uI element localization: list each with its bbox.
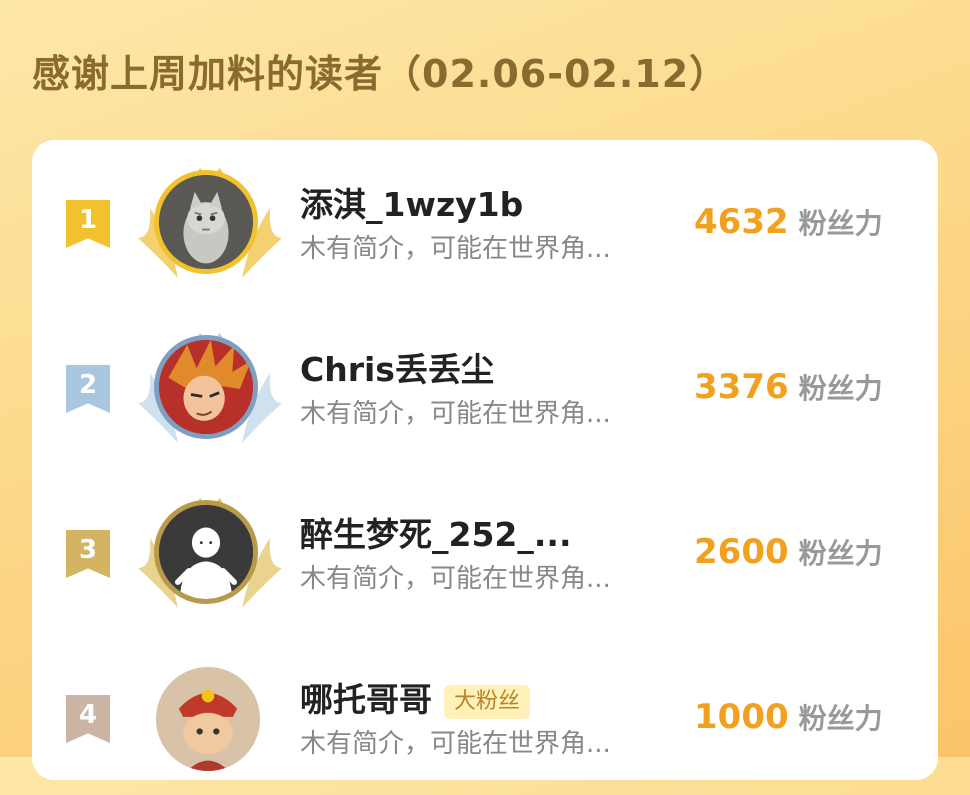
page-title: 感谢上周加料的读者（02.06-02.12） — [32, 52, 729, 96]
user-bio: 木有简介，可能在世界角... — [300, 564, 611, 594]
user-bio: 木有简介，可能在世界角... — [300, 234, 611, 264]
rank-badge: 1 — [66, 200, 110, 248]
username[interactable]: Chris丢丢尘 — [300, 343, 494, 391]
user-bio: 木有简介，可能在世界角... — [300, 399, 611, 429]
fan-power-score: 1000 粉丝力 — [694, 697, 883, 737]
rank-badge: 3 — [66, 530, 110, 578]
anime-avatar-icon[interactable] — [154, 335, 258, 439]
reader-row-4[interactable]: 4 哪托哥哥 大粉丝 木有简介，可能在世界角... 1000 粉丝力 — [32, 635, 938, 795]
cat-avatar-icon[interactable] — [154, 170, 258, 274]
rank-number: 3 — [78, 535, 98, 565]
rank-number: 4 — [78, 700, 98, 730]
score-value: 3376 — [694, 367, 789, 407]
score-unit: 粉丝力 — [798, 537, 883, 570]
cat-costume-avatar-icon[interactable] — [156, 667, 260, 771]
score-unit: 粉丝力 — [798, 702, 883, 735]
rank-number: 1 — [78, 205, 98, 235]
username[interactable]: 添淇_1wzy1b — [300, 178, 523, 226]
username[interactable]: 醉生梦死_252_... — [300, 508, 572, 556]
reader-row-2[interactable]: 2 Chris丢丢尘 木有简介，可能在世界角... 3376 粉丝力 — [32, 305, 938, 465]
rank-badge: 4 — [66, 695, 110, 743]
score-value: 2600 — [694, 532, 789, 572]
username[interactable]: 哪托哥哥 大粉丝 — [300, 673, 531, 721]
default-person-avatar-icon[interactable] — [154, 500, 258, 604]
fan-power-score: 2600 粉丝力 — [694, 532, 883, 572]
score-unit: 粉丝力 — [798, 372, 883, 405]
reader-row-3[interactable]: 3 醉生梦死_252_... 木有简介，可能在世界角... 2600 粉丝力 — [32, 470, 938, 630]
user-bio: 木有简介，可能在世界角... — [300, 729, 611, 759]
reader-ranking-card: 1 添淇_1wzy1b 木有简介，可能在世界角... 4632 粉丝力 2 Ch… — [32, 140, 938, 780]
fan-power-score: 4632 粉丝力 — [694, 202, 883, 242]
score-unit: 粉丝力 — [798, 207, 883, 240]
reader-row-1[interactable]: 1 添淇_1wzy1b 木有简介，可能在世界角... 4632 粉丝力 — [32, 140, 938, 300]
score-value: 4632 — [694, 202, 789, 242]
rank-badge: 2 — [66, 365, 110, 413]
score-value: 1000 — [694, 697, 789, 737]
fan-power-score: 3376 粉丝力 — [694, 367, 883, 407]
rank-number: 2 — [78, 370, 98, 400]
big-fan-tag: 大粉丝 — [444, 684, 531, 719]
